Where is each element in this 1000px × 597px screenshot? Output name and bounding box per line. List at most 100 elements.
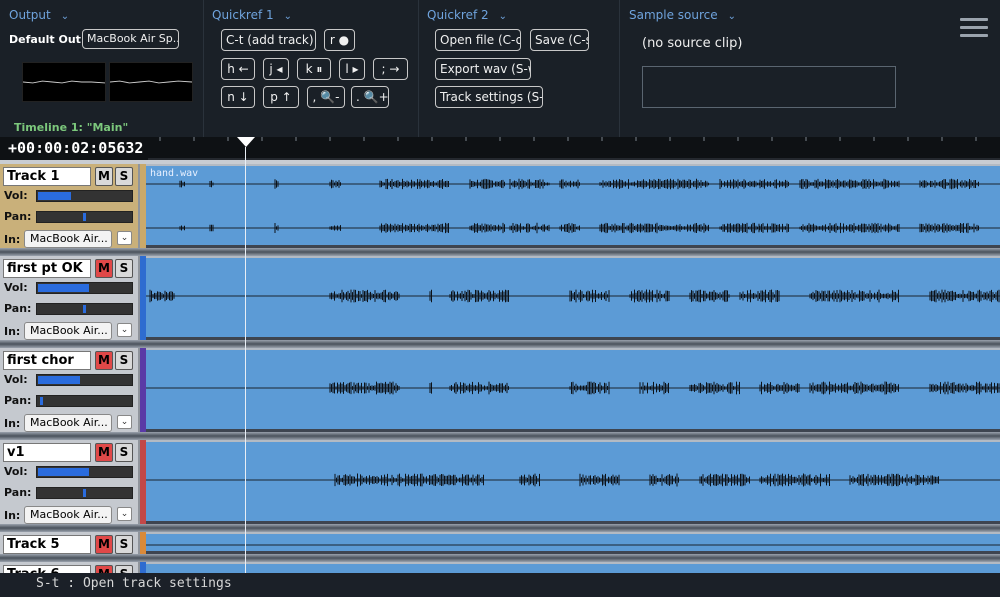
output-panel-title[interactable]: Output ⌄ [9, 8, 69, 22]
track-settings-button[interactable]: Track settings (S-t) [435, 86, 543, 108]
waveform [146, 544, 1000, 546]
input-label: In: [4, 325, 21, 338]
source-clip-preview[interactable] [642, 66, 896, 108]
track-clip-lane[interactable]: hand.wav [146, 164, 1000, 248]
volume-label: Vol: [4, 373, 28, 386]
pan-label: Pan: [4, 486, 32, 499]
track-clip-lane[interactable] [146, 532, 1000, 554]
pan-slider[interactable] [36, 487, 133, 499]
quickref1-panel-title[interactable]: Quickref 1 ⌄ [212, 8, 292, 22]
sample-source-panel-title[interactable]: Sample source ⌄ [629, 8, 736, 22]
solo-button[interactable]: S [115, 351, 133, 370]
hamburger-menu-icon[interactable] [960, 18, 988, 38]
pan-knob[interactable] [83, 213, 86, 221]
sample-source-panel: Sample source ⌄ (no source clip) [620, 0, 1000, 137]
zoom-in-button[interactable]: . 🔍+ [351, 86, 389, 108]
track-name-field[interactable]: first pt OK [3, 259, 91, 278]
track-header: Track 6 MS [0, 562, 140, 573]
tracks-area: Track 1 M S Vol: Pan: In: MacBook Air... ⌄ hand.… [0, 160, 1000, 573]
pan-slider[interactable] [36, 395, 133, 407]
track-header: Track 1 M S Vol: Pan: In: MacBook Air... ⌄ [0, 164, 140, 248]
track-header: first chor M S Vol: Pan: In: MacBook Air... ⌄ [0, 348, 140, 432]
add-track-button[interactable]: C-t (add track) [221, 29, 316, 51]
input-select[interactable]: MacBook Air... [24, 322, 112, 340]
track-header: Track 5MS [0, 532, 140, 554]
solo-button[interactable]: S [115, 565, 133, 573]
quickref1-panel: Quickref 1 ⌄ C-t (add track) r ● h ← j ◂ … [204, 0, 419, 137]
chevron-down-icon[interactable]: ⌄ [117, 507, 132, 521]
quickref2-title-label: Quickref 2 [427, 8, 489, 22]
waveform [146, 473, 1000, 487]
move-left-button[interactable]: h ← [221, 58, 255, 80]
mute-button[interactable]: M [95, 443, 113, 462]
pan-slider[interactable] [36, 211, 133, 223]
track-clip-lane[interactable] [146, 256, 1000, 340]
chevron-down-icon: ⌄ [60, 11, 70, 22]
track-clip-lane[interactable] [146, 440, 1000, 524]
input-select[interactable]: MacBook Air... [24, 230, 112, 248]
move-down-button[interactable]: n ↓ [221, 86, 255, 108]
export-wav-button[interactable]: Export wav (S-w) [435, 58, 531, 80]
track-row: Track 5MS [0, 532, 1000, 554]
track-separator [0, 340, 1000, 348]
top-panel: Output ⌄ Default Out: MacBook Air Sp... T… [0, 0, 1000, 137]
default-out-select[interactable]: MacBook Air Sp... [82, 29, 179, 49]
track-name-field[interactable]: v1 [3, 443, 91, 462]
track-name-field[interactable]: first chor [3, 351, 91, 370]
mute-button[interactable]: M [95, 535, 113, 554]
input-select[interactable]: MacBook Air... [24, 414, 112, 432]
track-name-field[interactable]: Track 5 [3, 535, 91, 554]
timeline-label: Timeline 1: "Main" [14, 121, 129, 134]
solo-button[interactable]: S [115, 167, 133, 186]
pan-knob[interactable] [83, 305, 86, 313]
chevron-down-icon: ⌄ [498, 11, 508, 22]
zoom-out-button[interactable]: , 🔍- [307, 86, 345, 108]
timeline-ruler[interactable]: +00:00:02:05632 [0, 137, 1000, 160]
volume-slider[interactable] [36, 374, 133, 386]
move-right-button[interactable]: ; → [373, 58, 408, 80]
solo-button[interactable]: S [115, 535, 133, 554]
track-separator [0, 432, 1000, 440]
track-header: v1 M S Vol: Pan: In: MacBook Air... ⌄ [0, 440, 140, 524]
save-button[interactable]: Save (C-s) [530, 29, 589, 51]
mute-button[interactable]: M [95, 259, 113, 278]
chevron-down-icon[interactable]: ⌄ [117, 415, 132, 429]
left-channel-scope [22, 62, 106, 102]
rewind-button[interactable]: j ◂ [263, 58, 289, 80]
chevron-down-icon[interactable]: ⌄ [117, 323, 132, 337]
quickref1-title-label: Quickref 1 [212, 8, 274, 22]
track-name-field[interactable]: Track 1 [3, 167, 91, 186]
mute-button[interactable]: M [95, 351, 113, 370]
output-title-label: Output [9, 8, 51, 22]
quickref2-panel-title[interactable]: Quickref 2 ⌄ [427, 8, 507, 22]
mute-button[interactable]: M [95, 565, 113, 573]
record-button[interactable]: r ● [324, 29, 355, 51]
move-up-button[interactable]: p ↑ [263, 86, 299, 108]
solo-button[interactable]: S [115, 259, 133, 278]
waveform [146, 178, 1000, 234]
clip-name-label: hand.wav [150, 168, 199, 179]
solo-button[interactable]: S [115, 443, 133, 462]
track-name-field[interactable]: Track 6 [3, 565, 91, 573]
forward-button[interactable]: l ▸ [339, 58, 365, 80]
volume-slider[interactable] [36, 466, 133, 478]
pause-button[interactable]: k ⏸ [297, 58, 331, 80]
chevron-down-icon[interactable]: ⌄ [117, 231, 132, 245]
pan-slider[interactable] [36, 303, 133, 315]
waveform [146, 289, 1000, 303]
input-select[interactable]: MacBook Air... [24, 506, 112, 524]
track-clip-lane[interactable] [146, 562, 1000, 573]
right-channel-scope [109, 62, 193, 102]
mute-button[interactable]: M [95, 167, 113, 186]
track-separator [0, 554, 1000, 562]
track-row: first pt OK M S Vol: Pan: In: MacBook Air... ⌄ [0, 256, 1000, 340]
open-file-button[interactable]: Open file (C-o) [435, 29, 521, 51]
playhead-marker-icon[interactable] [237, 137, 255, 147]
volume-slider[interactable] [36, 282, 133, 294]
volume-slider[interactable] [36, 190, 133, 202]
pan-knob[interactable] [83, 489, 86, 497]
track-header: first pt OK M S Vol: Pan: In: MacBook Air... ⌄ [0, 256, 140, 340]
pan-knob[interactable] [40, 397, 43, 405]
track-separator [0, 524, 1000, 532]
track-clip-lane[interactable] [146, 348, 1000, 432]
